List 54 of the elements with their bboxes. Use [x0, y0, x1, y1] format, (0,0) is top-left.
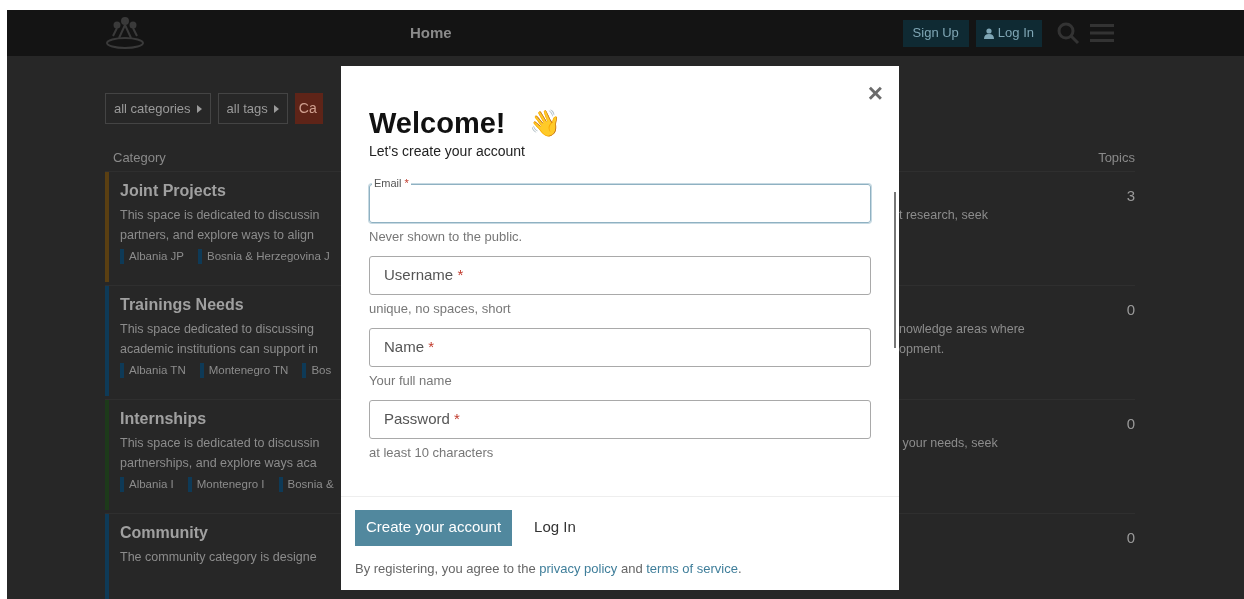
user-icon: [983, 27, 994, 39]
category-description: This space dedicated to discussing academic institutions can support in: [120, 321, 319, 358]
field-label: Username *: [384, 266, 464, 284]
category-title[interactable]: Trainings Needs: [120, 294, 244, 316]
sign-up-button[interactable]: Sign Up: [902, 19, 969, 47]
field-hint: Your full name: [369, 373, 453, 389]
category-description: nowledge areas where opment.: [899, 321, 1025, 358]
waving-hand-icon: 👋: [529, 108, 562, 138]
search-icon[interactable]: [1056, 21, 1080, 45]
terms-of-service-link[interactable]: terms of service: [646, 560, 738, 576]
subcategory-tag[interactable]: Albania I: [120, 476, 174, 494]
terms-notice: By registering, you agree to the privacy policy and terms of service.: [355, 559, 743, 578]
privacy-policy-link[interactable]: privacy policy: [539, 560, 618, 576]
topic-count: 3: [1126, 187, 1135, 204]
category-description: your needs, seek: [901, 435, 998, 452]
menu-icon[interactable]: [1090, 23, 1114, 43]
topic-count: 0: [1126, 301, 1135, 318]
column-header: Category: [112, 149, 166, 167]
filter-dropdown[interactable]: all categories: [105, 93, 211, 124]
subcategory-tag[interactable]: Bosnia &: [278, 476, 334, 494]
subcategory-tag[interactable]: Bos: [302, 362, 332, 380]
category-title[interactable]: Internships: [120, 408, 207, 430]
subcategory-tag[interactable]: Montenegro TN: [199, 362, 289, 380]
create-account-button[interactable]: Create your account: [355, 509, 513, 546]
field-label: Name *: [384, 338, 435, 356]
category-description: This space is dedicated to discussin partners, and explore ways to align: [120, 207, 320, 244]
caret-icon: [273, 104, 279, 113]
category-title[interactable]: Joint Projects: [120, 180, 226, 202]
field-label: Password *: [384, 410, 460, 428]
category-title[interactable]: Community: [120, 522, 208, 544]
column-header: Topics: [1098, 149, 1135, 167]
subcategory-tag[interactable]: Albania TN: [120, 362, 186, 380]
category-description: The community category is designe: [120, 549, 317, 566]
log-in-button[interactable]: Log In: [975, 19, 1042, 47]
modal-title: Welcome!: [369, 106, 506, 140]
subcategory-tag[interactable]: Albania JP: [120, 248, 184, 266]
log-in-link[interactable]: Log In: [534, 516, 576, 539]
category-description: t research, seek: [899, 207, 988, 224]
field-hint: at least 10 characters: [369, 445, 495, 461]
field-hint: Never shown to the public.: [369, 229, 524, 245]
page-title: Home: [410, 22, 452, 43]
logo-icon[interactable]: [105, 16, 145, 50]
filter-dropdown[interactable]: all tags: [217, 93, 288, 124]
caret-icon: [196, 104, 202, 113]
subcategory-tag[interactable]: Montenegro I: [187, 476, 265, 494]
category-description: This space is dedicated to discussin partnerships, and explore ways aca: [120, 435, 320, 472]
create-button[interactable]: Ca: [294, 93, 323, 124]
field-hint: unique, no spaces, short: [369, 301, 512, 317]
topic-count: 0: [1126, 529, 1135, 546]
close-button[interactable]: ×: [867, 80, 883, 106]
topic-count: 0: [1126, 415, 1135, 432]
subcategory-tag[interactable]: Bosnia & Herzegovina J: [198, 248, 330, 266]
modal-subtitle: Let's create your account: [369, 142, 526, 161]
field-label: Email *: [372, 176, 411, 190]
